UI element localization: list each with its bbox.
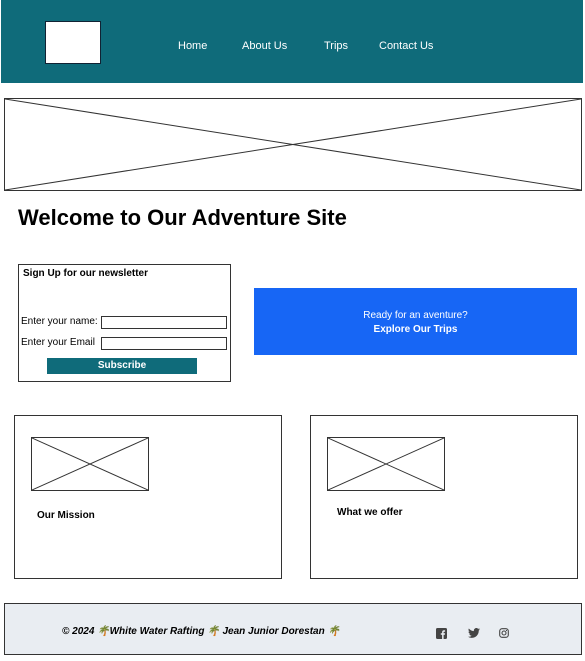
nav-trips[interactable]: Trips bbox=[324, 40, 348, 52]
name-label: Enter your name: bbox=[21, 316, 98, 327]
offer-card: What we offer bbox=[310, 415, 578, 579]
site-footer: © 2024 🌴White Water Rafting 🌴 Jean Junio… bbox=[4, 603, 582, 655]
nav-about[interactable]: About Us bbox=[242, 40, 287, 52]
newsletter-title: Sign Up for our newsletter bbox=[23, 268, 149, 279]
mission-card: Our Mission bbox=[14, 415, 282, 579]
offer-image-placeholder bbox=[327, 437, 445, 491]
offer-label: What we offer bbox=[337, 507, 403, 518]
mission-image-placeholder bbox=[31, 437, 149, 491]
explore-trips-cta[interactable]: Ready for an aventure? Explore Our Trips bbox=[254, 288, 577, 355]
facebook-icon[interactable] bbox=[434, 627, 448, 639]
nav-contact[interactable]: Contact Us bbox=[379, 40, 433, 52]
instagram-icon[interactable] bbox=[497, 627, 511, 639]
site-header: Home About Us Trips Contact Us bbox=[1, 0, 583, 83]
hero-image-placeholder bbox=[4, 98, 582, 191]
footer-copyright: © 2024 🌴White Water Rafting 🌴 Jean Junio… bbox=[62, 626, 340, 637]
newsletter-form: Sign Up for our newsletter Enter your na… bbox=[18, 264, 231, 382]
twitter-icon[interactable] bbox=[467, 627, 481, 639]
subscribe-button[interactable]: Subscribe bbox=[47, 358, 197, 374]
email-input[interactable] bbox=[101, 337, 227, 350]
logo[interactable] bbox=[45, 21, 101, 64]
cta-line-1: Ready for an aventure? bbox=[363, 310, 468, 321]
email-label: Enter your Email bbox=[21, 337, 95, 348]
name-input[interactable] bbox=[101, 316, 227, 329]
mission-label: Our Mission bbox=[37, 510, 95, 521]
cta-line-2: Explore Our Trips bbox=[373, 324, 458, 335]
nav-home[interactable]: Home bbox=[178, 40, 207, 52]
page-title: Welcome to Our Adventure Site bbox=[18, 205, 347, 230]
